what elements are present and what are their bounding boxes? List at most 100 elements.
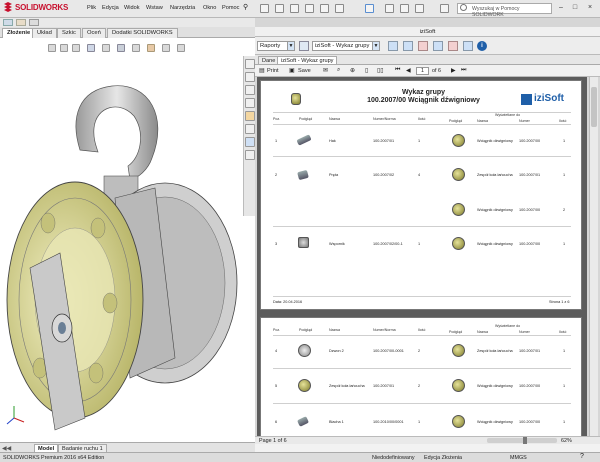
menu-pomoc[interactable]: Pomoc <box>222 5 239 11</box>
menu-edycja[interactable]: Edycja <box>102 5 119 11</box>
email-icon[interactable]: ✉ <box>323 67 328 74</box>
edit-appearance-icon[interactable] <box>147 44 155 52</box>
maximize-button[interactable]: □ <box>570 3 580 13</box>
p2-col-numer: Numer/Norma <box>373 328 396 332</box>
scrollbar-thumb[interactable] <box>591 87 597 127</box>
previous-view-icon[interactable] <box>72 44 80 52</box>
status-edition: SOLIDWORKS Premium 2016 x64 Edition <box>3 455 105 461</box>
report-list-icon[interactable] <box>299 41 309 51</box>
izisoft-panel-title: iziSoft <box>255 27 600 37</box>
row1-sub-numer: 100.2007/00 <box>519 139 541 143</box>
minimize-button[interactable]: – <box>556 3 566 13</box>
info-icon[interactable]: i <box>477 41 487 51</box>
prev-page-icon[interactable]: ◀ <box>406 67 411 74</box>
solidworks-logo: SOLIDWORKS <box>3 2 68 13</box>
p2-row3-numer: 100.2010/00/0001 <box>373 420 404 424</box>
print-button[interactable]: Print <box>267 68 279 74</box>
p2-row1-poz: 4 <box>275 349 278 353</box>
report-type-select[interactable]: Raporty ▼ <box>257 41 295 51</box>
menu-plik[interactable]: Plik <box>87 5 96 11</box>
hoist-model-3d <box>6 85 238 431</box>
export-icon[interactable] <box>403 41 413 51</box>
next-page-icon[interactable]: ▶ <box>451 67 456 74</box>
new-document-icon[interactable] <box>275 4 284 13</box>
zoom-area-icon[interactable] <box>60 44 68 52</box>
pin-icon[interactable]: ⚲ <box>243 3 248 11</box>
zoom-slider-thumb[interactable] <box>523 437 527 444</box>
save-button[interactable]: Save <box>298 68 311 74</box>
forum-icon[interactable] <box>245 150 255 160</box>
view-palette-icon[interactable] <box>245 98 255 108</box>
refresh-icon[interactable] <box>388 41 398 51</box>
single-page-icon[interactable]: ▯ <box>365 67 368 74</box>
insert-component-icon[interactable] <box>16 19 26 26</box>
find-icon[interactable]: ⌕ <box>337 67 340 74</box>
undo-icon[interactable] <box>335 4 344 13</box>
izisoft-task-icon[interactable] <box>245 137 255 147</box>
p2-row2-numer: 100.2007/01 <box>373 384 395 388</box>
help-icon[interactable] <box>440 4 449 13</box>
apply-scene-icon[interactable] <box>162 44 170 52</box>
report-vertical-scrollbar[interactable] <box>589 77 598 436</box>
tab-uklad[interactable]: Układ <box>32 28 57 38</box>
report-preview-area[interactable]: Wykaz grupy 100.2007/00 Wciągnik dźwigni… <box>257 77 587 436</box>
help-icon[interactable]: ? <box>580 453 584 460</box>
multi-page-icon[interactable]: ▯▯ <box>377 67 384 74</box>
menu-okno[interactable]: Okno <box>203 5 216 11</box>
select-arrow-icon[interactable] <box>365 4 374 13</box>
view-settings-icon[interactable] <box>177 44 185 52</box>
save-icon[interactable]: ▣ <box>289 67 295 74</box>
file-properties-icon[interactable] <box>400 4 409 13</box>
page-number-input[interactable]: 1 <box>416 67 429 75</box>
report-page-2: Poz. Podgląd Nazwa Numer/Norma Ilość Wyś… <box>260 317 582 436</box>
file-explorer-icon[interactable] <box>245 85 255 95</box>
assembly-tool-icon[interactable] <box>3 19 13 26</box>
tab-ocen[interactable]: Oceń <box>82 28 106 38</box>
design-library-icon[interactable] <box>245 72 255 82</box>
row4-sub-ilosc: 1 <box>563 242 566 246</box>
tab-dodatki[interactable]: Dodatki SOLIDWORKS <box>107 28 178 38</box>
display-style-icon[interactable] <box>117 44 125 52</box>
mate-icon[interactable] <box>29 19 39 26</box>
filter-icon[interactable] <box>463 41 473 51</box>
print-icon[interactable] <box>320 4 329 13</box>
status-definition: Niedodefiniowany <box>372 455 415 461</box>
resources-icon[interactable] <box>245 59 255 69</box>
p2-row2-sub-thumbnail <box>452 379 465 392</box>
last-page-icon[interactable]: ⏭ <box>461 67 466 74</box>
close-button[interactable]: × <box>585 3 595 13</box>
report-name-select[interactable]: iziSoft - Wykaz grupy ▼ <box>312 41 380 51</box>
settings-icon[interactable] <box>433 41 443 51</box>
clear-icon[interactable] <box>448 41 458 51</box>
tab-zlozenie[interactable]: Złożenie <box>2 28 36 38</box>
section-view-icon[interactable] <box>87 44 95 52</box>
graphics-viewport[interactable] <box>0 38 255 442</box>
menu-widok[interactable]: Widok <box>124 5 140 11</box>
menu-narzedzia[interactable]: Narzędzia <box>170 5 195 11</box>
open-folder-icon[interactable] <box>290 4 299 13</box>
rebuild-icon[interactable] <box>385 4 394 13</box>
status-units[interactable]: MMGS <box>510 455 527 461</box>
tab-wykaz-grupy[interactable]: iziSoft - Wykaz grupy <box>277 56 338 65</box>
delete-icon[interactable] <box>418 41 428 51</box>
print-icon[interactable]: ▤ <box>259 67 265 74</box>
report-type-value: Raporty <box>260 43 281 49</box>
zoom-to-fit-icon[interactable] <box>48 44 56 52</box>
save-icon[interactable] <box>305 4 314 13</box>
tab-szkic[interactable]: Szkic <box>57 28 81 38</box>
menu-wstaw[interactable]: Wstaw <box>146 5 163 11</box>
zoom-slider[interactable] <box>487 437 557 444</box>
tab-scroll-left-icon[interactable]: ◀◀ <box>2 445 11 452</box>
home-icon[interactable] <box>260 4 269 13</box>
view-orientation-icon[interactable] <box>102 44 110 52</box>
first-page-icon[interactable]: ⏮ <box>395 67 400 74</box>
row4-sub-numer: 100.2007/00 <box>519 242 541 246</box>
help-search-input[interactable]: Wyszukaj w Pomocy SOLIDWORK <box>457 3 552 18</box>
custom-properties-icon[interactable] <box>245 124 255 134</box>
appearances-icon[interactable] <box>245 111 255 121</box>
zoom-icon[interactable]: ⊕ <box>350 67 355 74</box>
report-horizontal-scroll[interactable] <box>255 444 600 452</box>
sub-col-podglad: Podgląd <box>449 119 463 123</box>
options-gear-icon[interactable] <box>415 4 424 13</box>
hide-show-items-icon[interactable] <box>132 44 140 52</box>
